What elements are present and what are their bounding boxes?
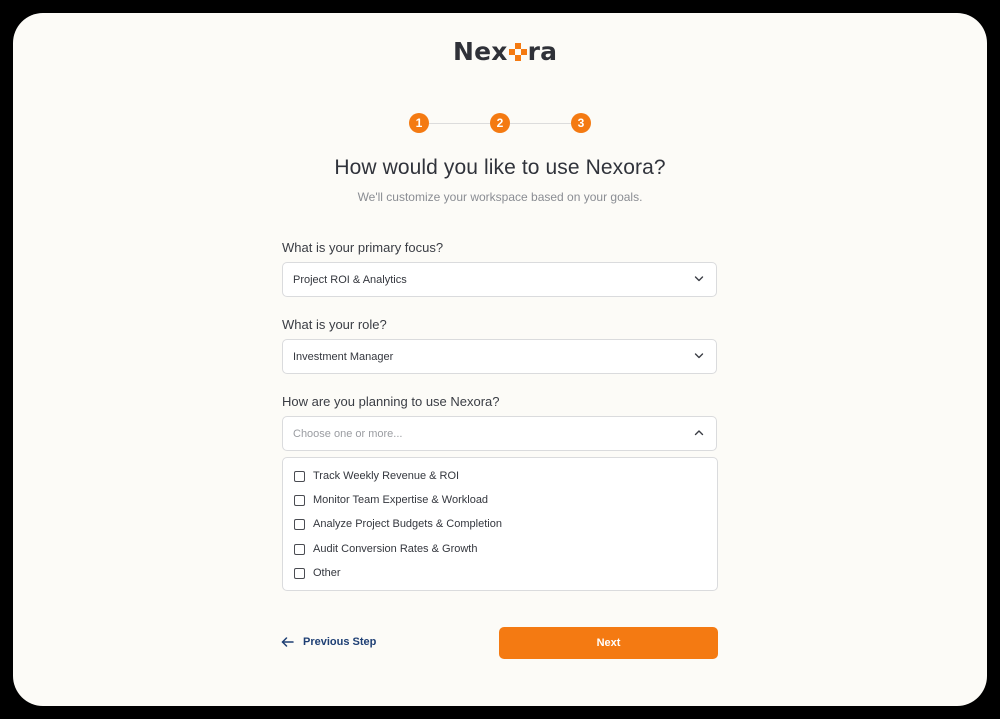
option-label: Audit Conversion Rates & Growth xyxy=(313,543,478,555)
usage-option-track-revenue[interactable]: Track Weekly Revenue & ROI xyxy=(294,468,459,484)
option-label: Other xyxy=(313,567,341,579)
step-2-indicator[interactable]: 2 xyxy=(490,113,510,133)
checkbox[interactable] xyxy=(294,518,305,530)
usage-option-audit-conversion[interactable]: Audit Conversion Rates & Growth xyxy=(294,541,477,557)
usage-options-dropdown: Track Weekly Revenue & ROI Monitor Team … xyxy=(282,457,718,591)
role-select[interactable]: Investment Manager xyxy=(282,339,717,374)
logo-text-suffix: ra xyxy=(527,36,558,66)
chevron-down-icon xyxy=(694,353,704,359)
usage-select[interactable]: Choose one or more... xyxy=(282,416,717,451)
usage-option-analyze-budgets[interactable]: Analyze Project Budgets & Completion xyxy=(294,516,502,532)
option-label: Monitor Team Expertise & Workload xyxy=(313,494,489,506)
step-1-indicator[interactable]: 1 xyxy=(409,113,429,133)
primary-focus-value: Project ROI & Analytics xyxy=(293,273,407,286)
stepper-connector xyxy=(510,122,571,124)
previous-step-label: Previous Step xyxy=(303,636,377,648)
checkbox[interactable] xyxy=(294,470,305,482)
step-3-indicator[interactable]: 3 xyxy=(571,113,591,133)
logo-mark-icon xyxy=(508,43,527,61)
page-subtitle: We'll customize your workspace based on … xyxy=(357,190,643,204)
usage-option-monitor-team[interactable]: Monitor Team Expertise & Workload xyxy=(294,492,488,508)
chevron-up-icon xyxy=(694,430,704,436)
primary-focus-label: What is your primary focus? xyxy=(282,240,444,255)
role-label: What is your role? xyxy=(282,317,387,332)
stepper-connector xyxy=(429,122,490,124)
role-value: Investment Manager xyxy=(293,350,394,363)
checkbox[interactable] xyxy=(294,567,305,579)
stepper: 1 2 3 xyxy=(409,113,591,133)
usage-label: How are you planning to use Nexora? xyxy=(282,394,500,409)
next-button[interactable]: Next xyxy=(499,627,718,659)
arrow-left-icon xyxy=(281,637,294,647)
usage-placeholder: Choose one or more... xyxy=(293,427,403,440)
logo-text-prefix: Nex xyxy=(453,36,508,66)
page-title: How would you like to use Nexora? xyxy=(334,156,666,179)
chevron-down-icon xyxy=(694,276,704,282)
checkbox[interactable] xyxy=(294,494,305,506)
previous-step-link[interactable]: Previous Step xyxy=(281,633,376,651)
checkbox[interactable] xyxy=(294,543,305,555)
option-label: Analyze Project Budgets & Completion xyxy=(313,518,502,530)
nexora-logo: Nex ra xyxy=(453,36,557,66)
option-label: Track Weekly Revenue & ROI xyxy=(313,470,460,482)
primary-focus-select[interactable]: Project ROI & Analytics xyxy=(282,262,717,297)
usage-option-other[interactable]: Other xyxy=(294,565,341,581)
